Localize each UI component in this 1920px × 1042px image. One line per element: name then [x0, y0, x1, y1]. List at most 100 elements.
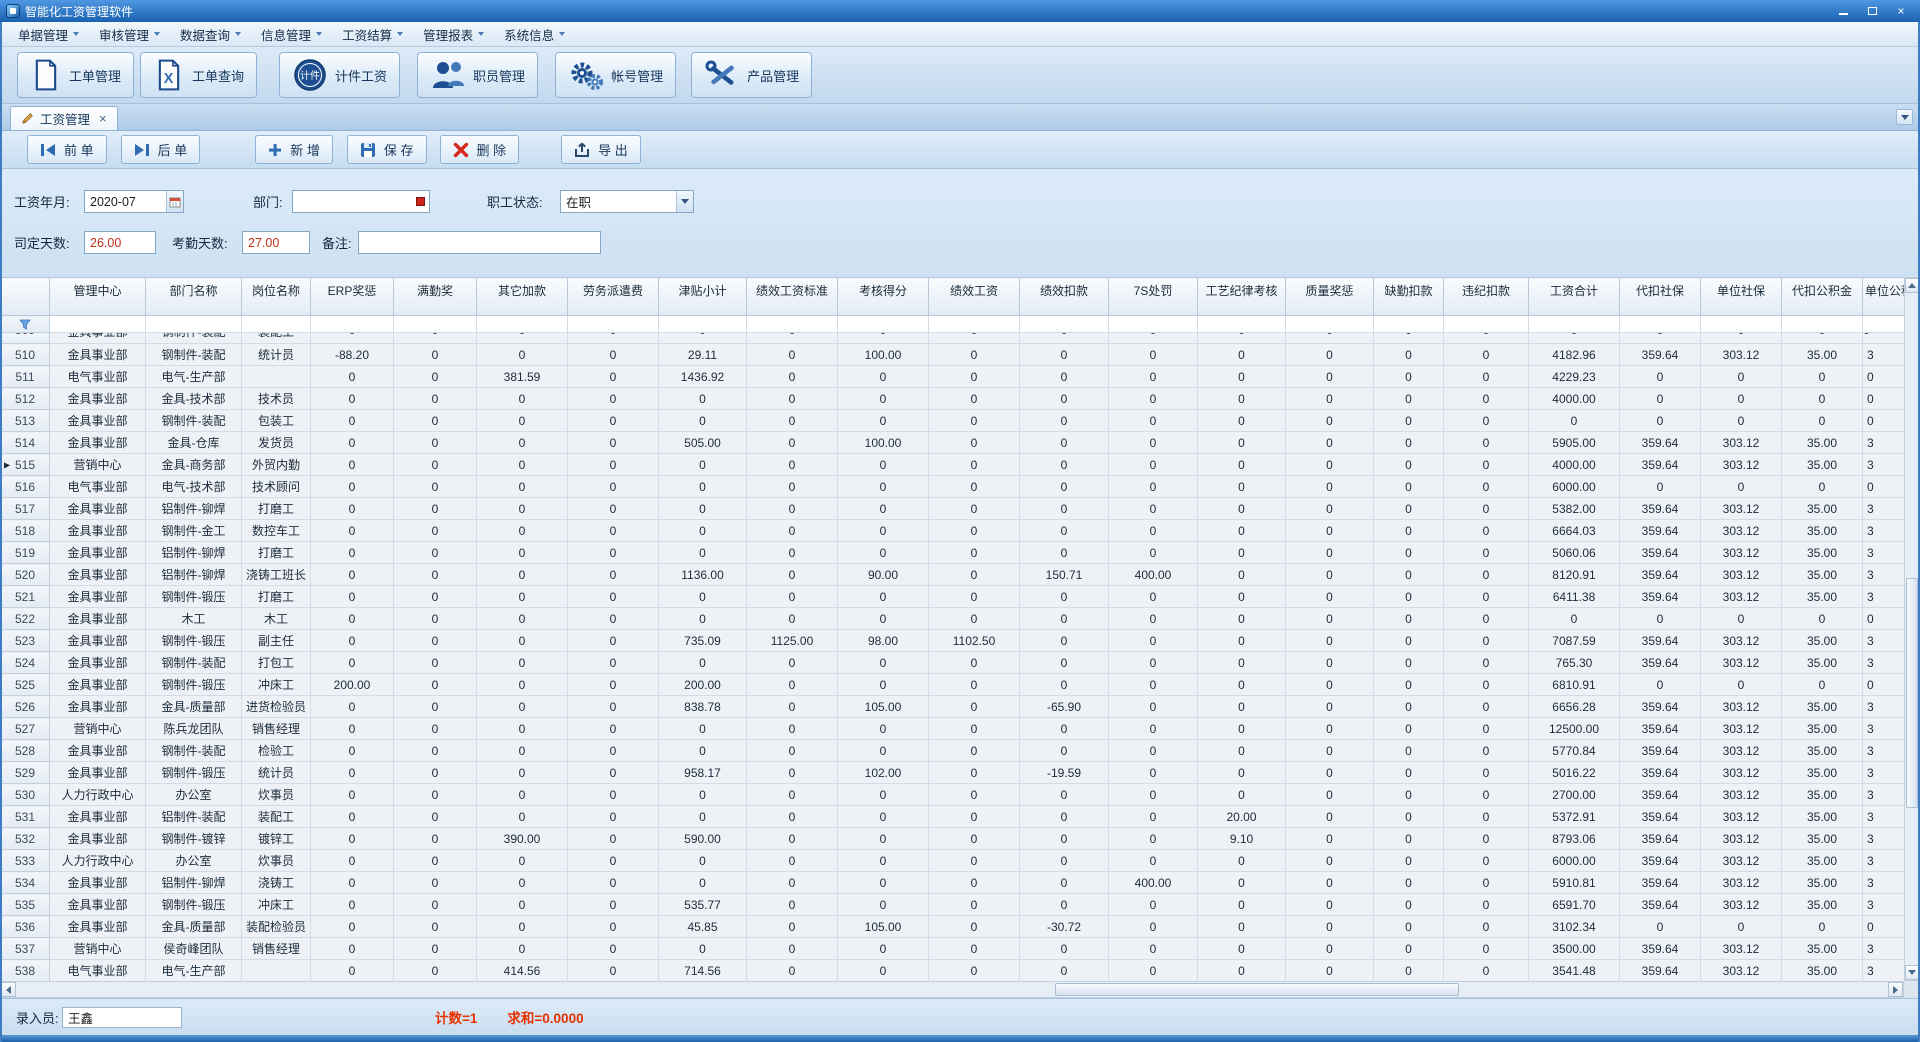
grid-cell[interactable]: 0 — [1286, 850, 1374, 872]
grid-cell[interactable]: 0 — [1109, 586, 1198, 608]
grid-cell[interactable]: 90.00 — [838, 564, 929, 586]
grid-cell[interactable]: 0 — [394, 740, 477, 762]
grid-cell[interactable]: 0 — [477, 388, 568, 410]
grid-cell[interactable]: 0 — [929, 652, 1020, 674]
grid-cell[interactable]: 0 — [568, 586, 659, 608]
grid-cell[interactable]: 0 — [568, 718, 659, 740]
grid-cell[interactable]: 0 — [1529, 410, 1620, 432]
grid-cell[interactable]: 6664.03 — [1529, 520, 1620, 542]
grid-cell[interactable]: 0 — [1701, 608, 1782, 630]
grid-cell[interactable]: 1436.92 — [659, 366, 747, 388]
grid-cell[interactable]: 0 — [1620, 388, 1701, 410]
grid-cell[interactable]: 0 — [1374, 454, 1444, 476]
grid-cell[interactable]: 0 — [1374, 850, 1444, 872]
grid-cell[interactable]: 0 — [568, 608, 659, 630]
grid-cell[interactable]: 0 — [1286, 718, 1374, 740]
grid-cell[interactable]: 3500.00 — [1529, 938, 1620, 960]
grid-cell[interactable]: 0 — [1198, 564, 1286, 586]
filter-cell[interactable] — [1701, 316, 1782, 333]
grid-cell[interactable]: 0 — [1286, 894, 1374, 916]
grid-cell[interactable]: 0 — [1286, 938, 1374, 960]
grid-cell[interactable]: 0 — [394, 652, 477, 674]
scroll-left-icon[interactable] — [1, 982, 16, 997]
column-header[interactable]: 工艺纪律考核 — [1198, 278, 1286, 316]
grid-cell[interactable] — [242, 366, 311, 388]
grid-cell[interactable]: 0 — [1020, 960, 1109, 982]
grid-cell[interactable]: 金具事业部 — [50, 564, 146, 586]
grid-cell[interactable]: 303.12 — [1701, 894, 1782, 916]
grid-cell[interactable]: 0 — [1374, 498, 1444, 520]
grid-cell[interactable]: 0 — [747, 762, 838, 784]
menu-item-4[interactable]: 工资结算 — [332, 22, 413, 46]
grid-cell[interactable]: 0 — [311, 784, 394, 806]
grid-cell[interactable]: 0 — [1444, 520, 1529, 542]
grid-cell[interactable] — [242, 960, 311, 982]
grid-cell[interactable]: 炊事员 — [242, 784, 311, 806]
grid-cell[interactable]: 0 — [1109, 542, 1198, 564]
grid-cell[interactable]: 6591.70 — [1529, 894, 1620, 916]
grid-cell[interactable]: 0 — [1109, 894, 1198, 916]
grid-cell[interactable]: 0 — [1286, 652, 1374, 674]
grid-cell[interactable]: 359.64 — [1620, 960, 1701, 982]
grid-cell[interactable]: 0 — [1286, 520, 1374, 542]
grid-cell[interactable]: 金具事业部 — [50, 828, 146, 850]
filter-cell[interactable] — [1198, 316, 1286, 333]
grid-cell[interactable]: 359.64 — [1620, 740, 1701, 762]
grid-cell[interactable]: 0 — [1444, 938, 1529, 960]
grid-cell[interactable]: 35.00 — [1782, 850, 1863, 872]
grid-cell[interactable]: 0 — [568, 344, 659, 366]
filter-cell[interactable] — [1374, 316, 1444, 333]
grid-cell[interactable]: 303.12 — [1701, 586, 1782, 608]
grid-cell[interactable]: 0 — [1020, 894, 1109, 916]
grid-cell[interactable]: 0 — [568, 806, 659, 828]
grid-cell[interactable]: 电气事业部 — [50, 476, 146, 498]
grid-cell[interactable]: 0 — [929, 410, 1020, 432]
grid-cell[interactable]: 0 — [838, 960, 929, 982]
grid-cell[interactable]: 营销中心 — [50, 454, 146, 476]
grid-cell[interactable]: 0 — [1444, 872, 1529, 894]
grid-cell[interactable]: 0 — [477, 476, 568, 498]
grid-cell[interactable]: 0 — [477, 410, 568, 432]
grid-cell[interactable]: 0 — [1286, 806, 1374, 828]
grid-cell[interactable]: 0 — [1444, 916, 1529, 938]
grid-cell[interactable]: 0 — [1444, 894, 1529, 916]
grid-cell[interactable]: 0 — [1198, 872, 1286, 894]
grid-cell[interactable]: 0 — [1374, 916, 1444, 938]
grid-cell[interactable]: 35.00 — [1782, 432, 1863, 454]
grid-cell[interactable]: 0 — [1374, 740, 1444, 762]
grid-cell[interactable]: 0 — [477, 938, 568, 960]
grid-cell[interactable]: 0 — [477, 520, 568, 542]
grid-cell[interactable]: 0 — [568, 696, 659, 718]
grid-cell[interactable]: 0 — [747, 366, 838, 388]
grid-cell[interactable]: 0 — [1444, 806, 1529, 828]
column-header[interactable]: 绩效扣款 — [1020, 278, 1109, 316]
grid-cell[interactable]: 0 — [477, 872, 568, 894]
grid-cell[interactable]: 0 — [1444, 586, 1529, 608]
grid-cell[interactable]: 45.85 — [659, 916, 747, 938]
grid-cell[interactable]: 35.00 — [1782, 872, 1863, 894]
grid-cell[interactable]: 0 — [659, 476, 747, 498]
grid-cell[interactable]: 0 — [311, 916, 394, 938]
grid-cell[interactable]: 0 — [394, 718, 477, 740]
grid-cell[interactable]: 0 — [747, 454, 838, 476]
grid-cell[interactable]: 0 — [747, 828, 838, 850]
grid-cell[interactable]: 0 — [1020, 344, 1109, 366]
toolbar-button-0[interactable]: 工单管理 — [17, 52, 134, 98]
grid-cell[interactable]: 0 — [311, 542, 394, 564]
grid-cell[interactable]: 0 — [1198, 586, 1286, 608]
grid-cell[interactable]: 8793.06 — [1529, 828, 1620, 850]
grid-cell[interactable]: 3 — [1863, 432, 1905, 454]
grid-cell[interactable]: 0 — [477, 806, 568, 828]
grid-cell[interactable]: 0 — [311, 498, 394, 520]
grid-cell[interactable]: 金具事业部 — [50, 740, 146, 762]
grid-cell[interactable]: 3 — [1863, 498, 1905, 520]
grid-cell[interactable]: 0 — [1020, 718, 1109, 740]
grid-cell[interactable]: 0 — [838, 894, 929, 916]
grid-cell[interactable]: 金具事业部 — [50, 652, 146, 674]
grid-cell[interactable]: 0 — [929, 806, 1020, 828]
grid-cell[interactable]: 5016.22 — [1529, 762, 1620, 784]
grid-cell[interactable]: 0 — [1374, 674, 1444, 696]
grid-cell[interactable]: 0 — [1286, 828, 1374, 850]
grid-cell[interactable]: 0 — [568, 432, 659, 454]
grid-cell[interactable]: 0 — [568, 388, 659, 410]
